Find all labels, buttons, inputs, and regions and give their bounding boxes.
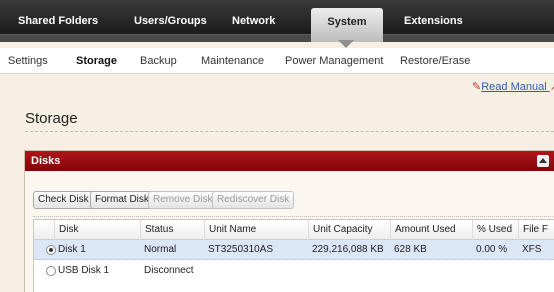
top-nav-item-users-groups[interactable]: Users/Groups xyxy=(134,0,207,34)
sub-nav: Settings Storage Backup Maintenance Powe… xyxy=(0,48,554,74)
disks-panel: Disks Check Disk Format Disk Remove Disk… xyxy=(24,150,554,292)
sub-nav-item-settings[interactable]: Settings xyxy=(8,48,48,74)
column-header-unit-capacity[interactable]: Unit Capacity xyxy=(308,220,390,240)
column-header-disk[interactable]: Disk xyxy=(54,220,140,240)
sub-nav-item-restore-erase[interactable]: Restore/Erase xyxy=(400,48,470,74)
cell-status: Normal xyxy=(144,244,177,255)
cell-amount-used: 628 KB xyxy=(394,244,427,255)
disks-panel-header: Disks xyxy=(25,151,554,171)
column-header-file-format[interactable]: File F xyxy=(518,220,554,240)
top-nav-item-shared-folders[interactable]: Shared Folders xyxy=(18,0,98,34)
toolbar-divider xyxy=(33,216,554,217)
top-nav: Shared Folders Users/Groups Network Syst… xyxy=(0,0,554,42)
manual-book-icon: ✎ xyxy=(472,81,482,93)
column-header-unit-name[interactable]: Unit Name xyxy=(204,220,308,240)
disks-panel-title: Disks xyxy=(31,155,61,167)
check-disk-button[interactable]: Check Disk xyxy=(33,191,94,209)
remove-disk-button[interactable]: Remove Disk xyxy=(148,191,218,209)
sub-nav-item-maintenance[interactable]: Maintenance xyxy=(201,48,264,74)
collapse-up-icon[interactable] xyxy=(537,155,549,167)
column-header-amount-used[interactable]: Amount Used xyxy=(390,220,472,240)
cell-file-format: XFS xyxy=(522,244,542,255)
top-nav-strip xyxy=(0,34,554,42)
table-header: Disk Status Unit Name Unit Capacity Amou… xyxy=(34,220,554,240)
read-manual-link[interactable]: ✎Read Manual ↗F xyxy=(472,80,554,93)
cell-unit-name: ST3250310AS xyxy=(208,244,274,255)
cell-status: Disconnect xyxy=(144,265,194,276)
column-header-status[interactable]: Status xyxy=(140,220,204,240)
cell-unit-capacity: 229,216,088 KB xyxy=(312,244,384,255)
top-nav-item-network[interactable]: Network xyxy=(232,0,275,34)
top-nav-item-extensions[interactable]: Extensions xyxy=(404,0,463,34)
sub-nav-item-backup[interactable]: Backup xyxy=(140,48,177,74)
cell-disk: USB Disk 1 xyxy=(58,265,110,276)
table-row[interactable]: Disk 1 Normal ST3250310AS 229,216,088 KB… xyxy=(34,240,554,260)
format-disk-button[interactable]: Format Disk xyxy=(90,191,154,209)
page-title: Storage xyxy=(25,110,78,127)
table-row[interactable]: USB Disk 1 Disconnect xyxy=(34,261,554,281)
read-manual-label: Read Manual xyxy=(481,81,547,93)
disks-table: Disk Status Unit Name Unit Capacity Amou… xyxy=(33,219,554,292)
title-divider xyxy=(25,131,554,132)
external-link-icon[interactable]: ↗ xyxy=(550,80,554,93)
cell-percent-used: 0.00 % xyxy=(476,244,508,255)
cell-disk: Disk 1 xyxy=(58,244,86,255)
top-nav-item-system[interactable]: System xyxy=(311,8,383,42)
sub-nav-item-storage[interactable]: Storage xyxy=(76,48,117,74)
rediscover-disk-button[interactable]: Rediscover Disk xyxy=(212,191,295,209)
active-tab-caret-icon xyxy=(338,40,354,48)
column-header-percent-used[interactable]: % Used xyxy=(472,220,518,240)
sub-nav-item-power-management[interactable]: Power Management xyxy=(285,48,383,74)
